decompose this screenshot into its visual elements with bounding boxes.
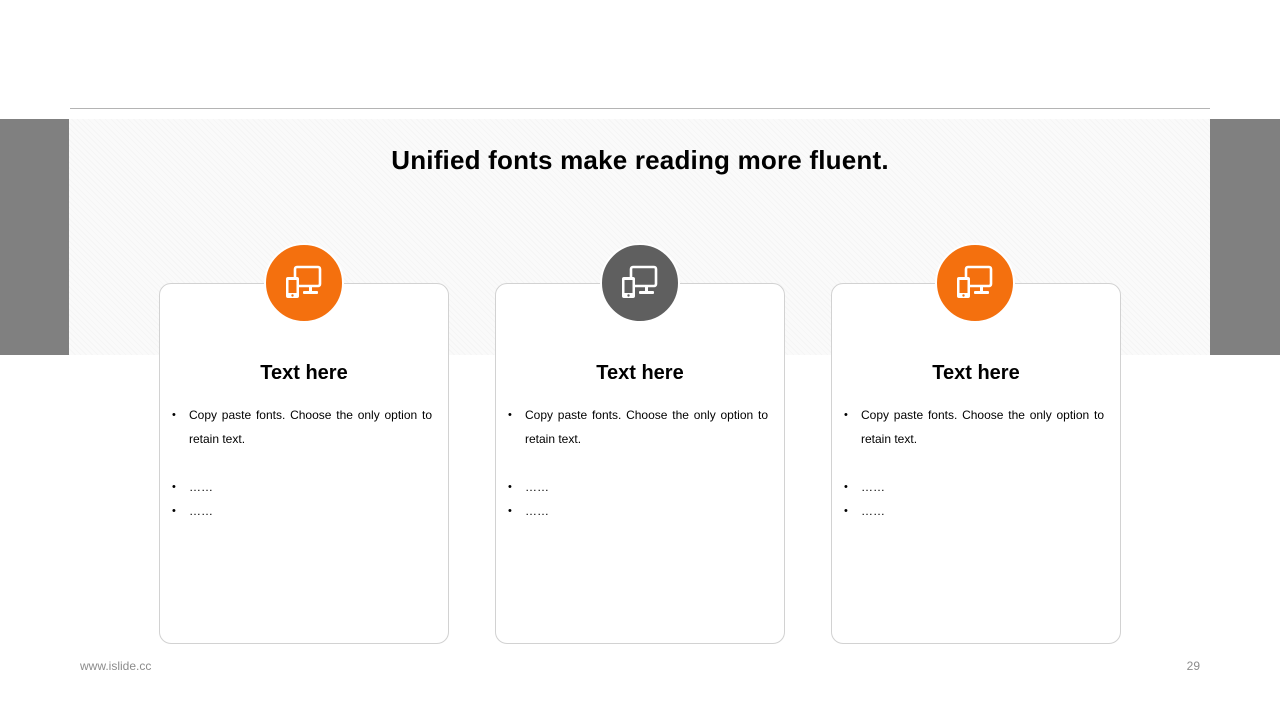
card-title: Text here xyxy=(596,362,684,384)
feature-card-3: Text here Copy paste fonts. Choose the o… xyxy=(831,283,1121,644)
list-item: …… xyxy=(172,475,432,499)
footer-url: www.islide.cc xyxy=(80,659,152,673)
page-number: 29 xyxy=(1186,659,1200,673)
card-bullet-list: Copy paste fonts. Choose the only option… xyxy=(172,403,432,523)
list-item: …… xyxy=(172,499,432,523)
list-item: …… xyxy=(844,499,1104,523)
card-bullet-list: Copy paste fonts. Choose the only option… xyxy=(508,403,768,523)
list-item: …… xyxy=(508,499,768,523)
devices-icon xyxy=(622,265,658,298)
list-item: Copy paste fonts. Choose the only option… xyxy=(508,403,768,451)
list-item: …… xyxy=(508,475,768,499)
card-icon-badge-2 xyxy=(600,243,680,323)
top-divider xyxy=(70,108,1210,109)
slide-headline: Unified fonts make reading more fluent. xyxy=(391,145,889,175)
list-item: Copy paste fonts. Choose the only option… xyxy=(844,403,1104,451)
feature-card-2: Text here Copy paste fonts. Choose the o… xyxy=(495,283,785,644)
feature-card-1: Text here Copy paste fonts. Choose the o… xyxy=(159,283,449,644)
card-bullet-list: Copy paste fonts. Choose the only option… xyxy=(844,403,1104,523)
list-item: Copy paste fonts. Choose the only option… xyxy=(172,403,432,451)
card-title: Text here xyxy=(932,362,1020,384)
card-icon-badge-1 xyxy=(264,243,344,323)
card-icon-badge-3 xyxy=(935,243,1015,323)
devices-icon xyxy=(286,265,322,298)
list-item: …… xyxy=(844,475,1104,499)
card-title: Text here xyxy=(260,362,348,384)
devices-icon xyxy=(957,265,993,298)
